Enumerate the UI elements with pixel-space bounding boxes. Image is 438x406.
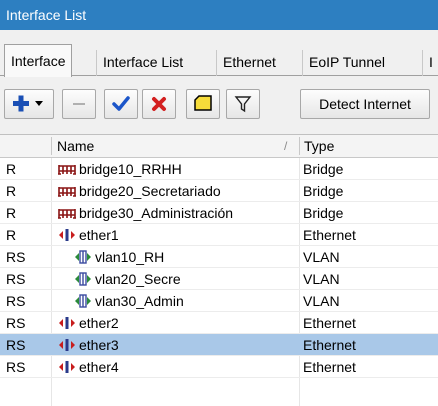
row-flags: RS (6, 315, 26, 331)
row-type: Ethernet (303, 337, 356, 353)
row-flags: RS (6, 337, 26, 353)
table-row[interactable]: RS ether4 Ethernet (0, 356, 438, 378)
row-name-label: ether3 (79, 337, 119, 353)
table-row[interactable]: Rbridge30_Administración Bridge (0, 202, 438, 224)
row-type: Ethernet (303, 315, 356, 331)
checkmark-icon (112, 96, 130, 111)
detect-internet-button[interactable]: Detect Internet (300, 89, 430, 119)
column-header-name[interactable]: Name (57, 135, 94, 157)
row-name: vlan10_RH (74, 246, 164, 268)
row-type: VLAN (303, 249, 340, 265)
row-flags: R (6, 227, 17, 243)
comment-icon (194, 95, 212, 111)
table-body: Rbridge10_RRHH Bridge Rbridge20_Secretaria… (0, 158, 438, 378)
row-name-label: bridge20_Secretariado (79, 183, 221, 199)
row-type: Ethernet (303, 359, 356, 375)
row-name-label: ether1 (79, 227, 119, 243)
table-row[interactable]: RS ether3 Ethernet (0, 334, 438, 356)
tab-interface[interactable]: Interface (4, 44, 73, 77)
row-name-label: bridge30_Administración (79, 205, 234, 221)
table-row[interactable]: Rbridge20_Secretariado Bridge (0, 180, 438, 202)
row-type: Bridge (303, 205, 344, 221)
table-row[interactable]: RS vlan30_Admin VLAN (0, 290, 438, 312)
bridge-icon (58, 206, 76, 220)
row-flags: R (6, 205, 17, 221)
row-name: vlan20_Secre (74, 268, 181, 290)
ethernet-icon (58, 360, 76, 374)
row-flags: RS (6, 249, 26, 265)
vlan-icon (74, 250, 92, 264)
table-row[interactable]: Rbridge10_RRHH Bridge (0, 158, 438, 180)
column-separator[interactable] (51, 137, 52, 155)
remove-button[interactable] (62, 89, 96, 119)
bridge-icon (58, 184, 76, 198)
table-row[interactable]: RS vlan10_RH VLAN (0, 246, 438, 268)
tab-bar: Interface Interface List Ethernet EoIP T… (0, 44, 438, 77)
minus-icon (73, 103, 85, 105)
row-type: Ethernet (303, 227, 356, 243)
row-name: bridge20_Secretariado (58, 180, 221, 202)
row-flags: RS (6, 271, 26, 287)
filter-icon (234, 96, 252, 113)
disable-button[interactable] (142, 89, 176, 119)
row-type: VLAN (303, 271, 340, 287)
ethernet-icon (58, 338, 76, 352)
tab-overflow[interactable]: I (422, 50, 438, 76)
row-flags: R (6, 183, 17, 199)
column-header-type[interactable]: Type (304, 135, 334, 157)
row-flags: R (6, 161, 17, 177)
row-name-label: vlan10_RH (95, 249, 165, 265)
column-separator[interactable] (299, 137, 300, 155)
row-name-label: ether4 (79, 359, 119, 375)
tab-interface-list[interactable]: Interface List (96, 50, 189, 76)
row-name: ether2 (58, 312, 119, 334)
table-row[interactable]: RS vlan20_Secre VLAN (0, 268, 438, 290)
sort-indicator: / (284, 139, 288, 153)
vlan-icon (74, 294, 92, 308)
filter-button[interactable] (226, 89, 260, 119)
ethernet-icon (58, 228, 76, 242)
tab-ethernet[interactable]: Ethernet (216, 50, 282, 76)
interface-table: Name / Type Rbridge10_RRHH Bridge Rbridge2… (0, 134, 438, 406)
toolbar: Detect Internet (0, 88, 438, 122)
row-name-label: ether2 (79, 315, 119, 331)
row-flags: RS (6, 293, 26, 309)
row-name-label: bridge10_RRHH (79, 161, 182, 177)
row-name-label: vlan30_Admin (95, 293, 184, 309)
row-type: Bridge (303, 161, 344, 177)
table-header: Name / Type (0, 135, 438, 158)
vlan-icon (74, 272, 92, 286)
row-name: ether4 (58, 356, 119, 378)
table-row[interactable]: Rether1 Ethernet (0, 224, 438, 246)
row-flags: RS (6, 359, 26, 375)
bridge-icon (58, 162, 76, 176)
table-row[interactable]: RS ether2 Ethernet (0, 312, 438, 334)
row-name: bridge10_RRHH (58, 158, 182, 180)
window-title: Interface List (0, 0, 438, 30)
row-type: VLAN (303, 293, 340, 309)
row-type: Bridge (303, 183, 344, 199)
row-name: ether3 (58, 334, 119, 356)
ethernet-icon (58, 316, 76, 330)
enable-button[interactable] (104, 89, 138, 119)
x-mark-icon (152, 97, 166, 111)
column-header-flags[interactable] (6, 135, 50, 157)
add-button[interactable] (4, 89, 54, 119)
comment-button[interactable] (186, 89, 220, 119)
row-name-label: vlan20_Secre (95, 271, 181, 287)
row-name: ether1 (58, 224, 119, 246)
row-name: bridge30_Administración (58, 202, 233, 224)
tab-eoip-tunnel[interactable]: EoIP Tunnel (302, 50, 391, 76)
add-icon (13, 95, 43, 112)
row-name: vlan30_Admin (74, 290, 184, 312)
